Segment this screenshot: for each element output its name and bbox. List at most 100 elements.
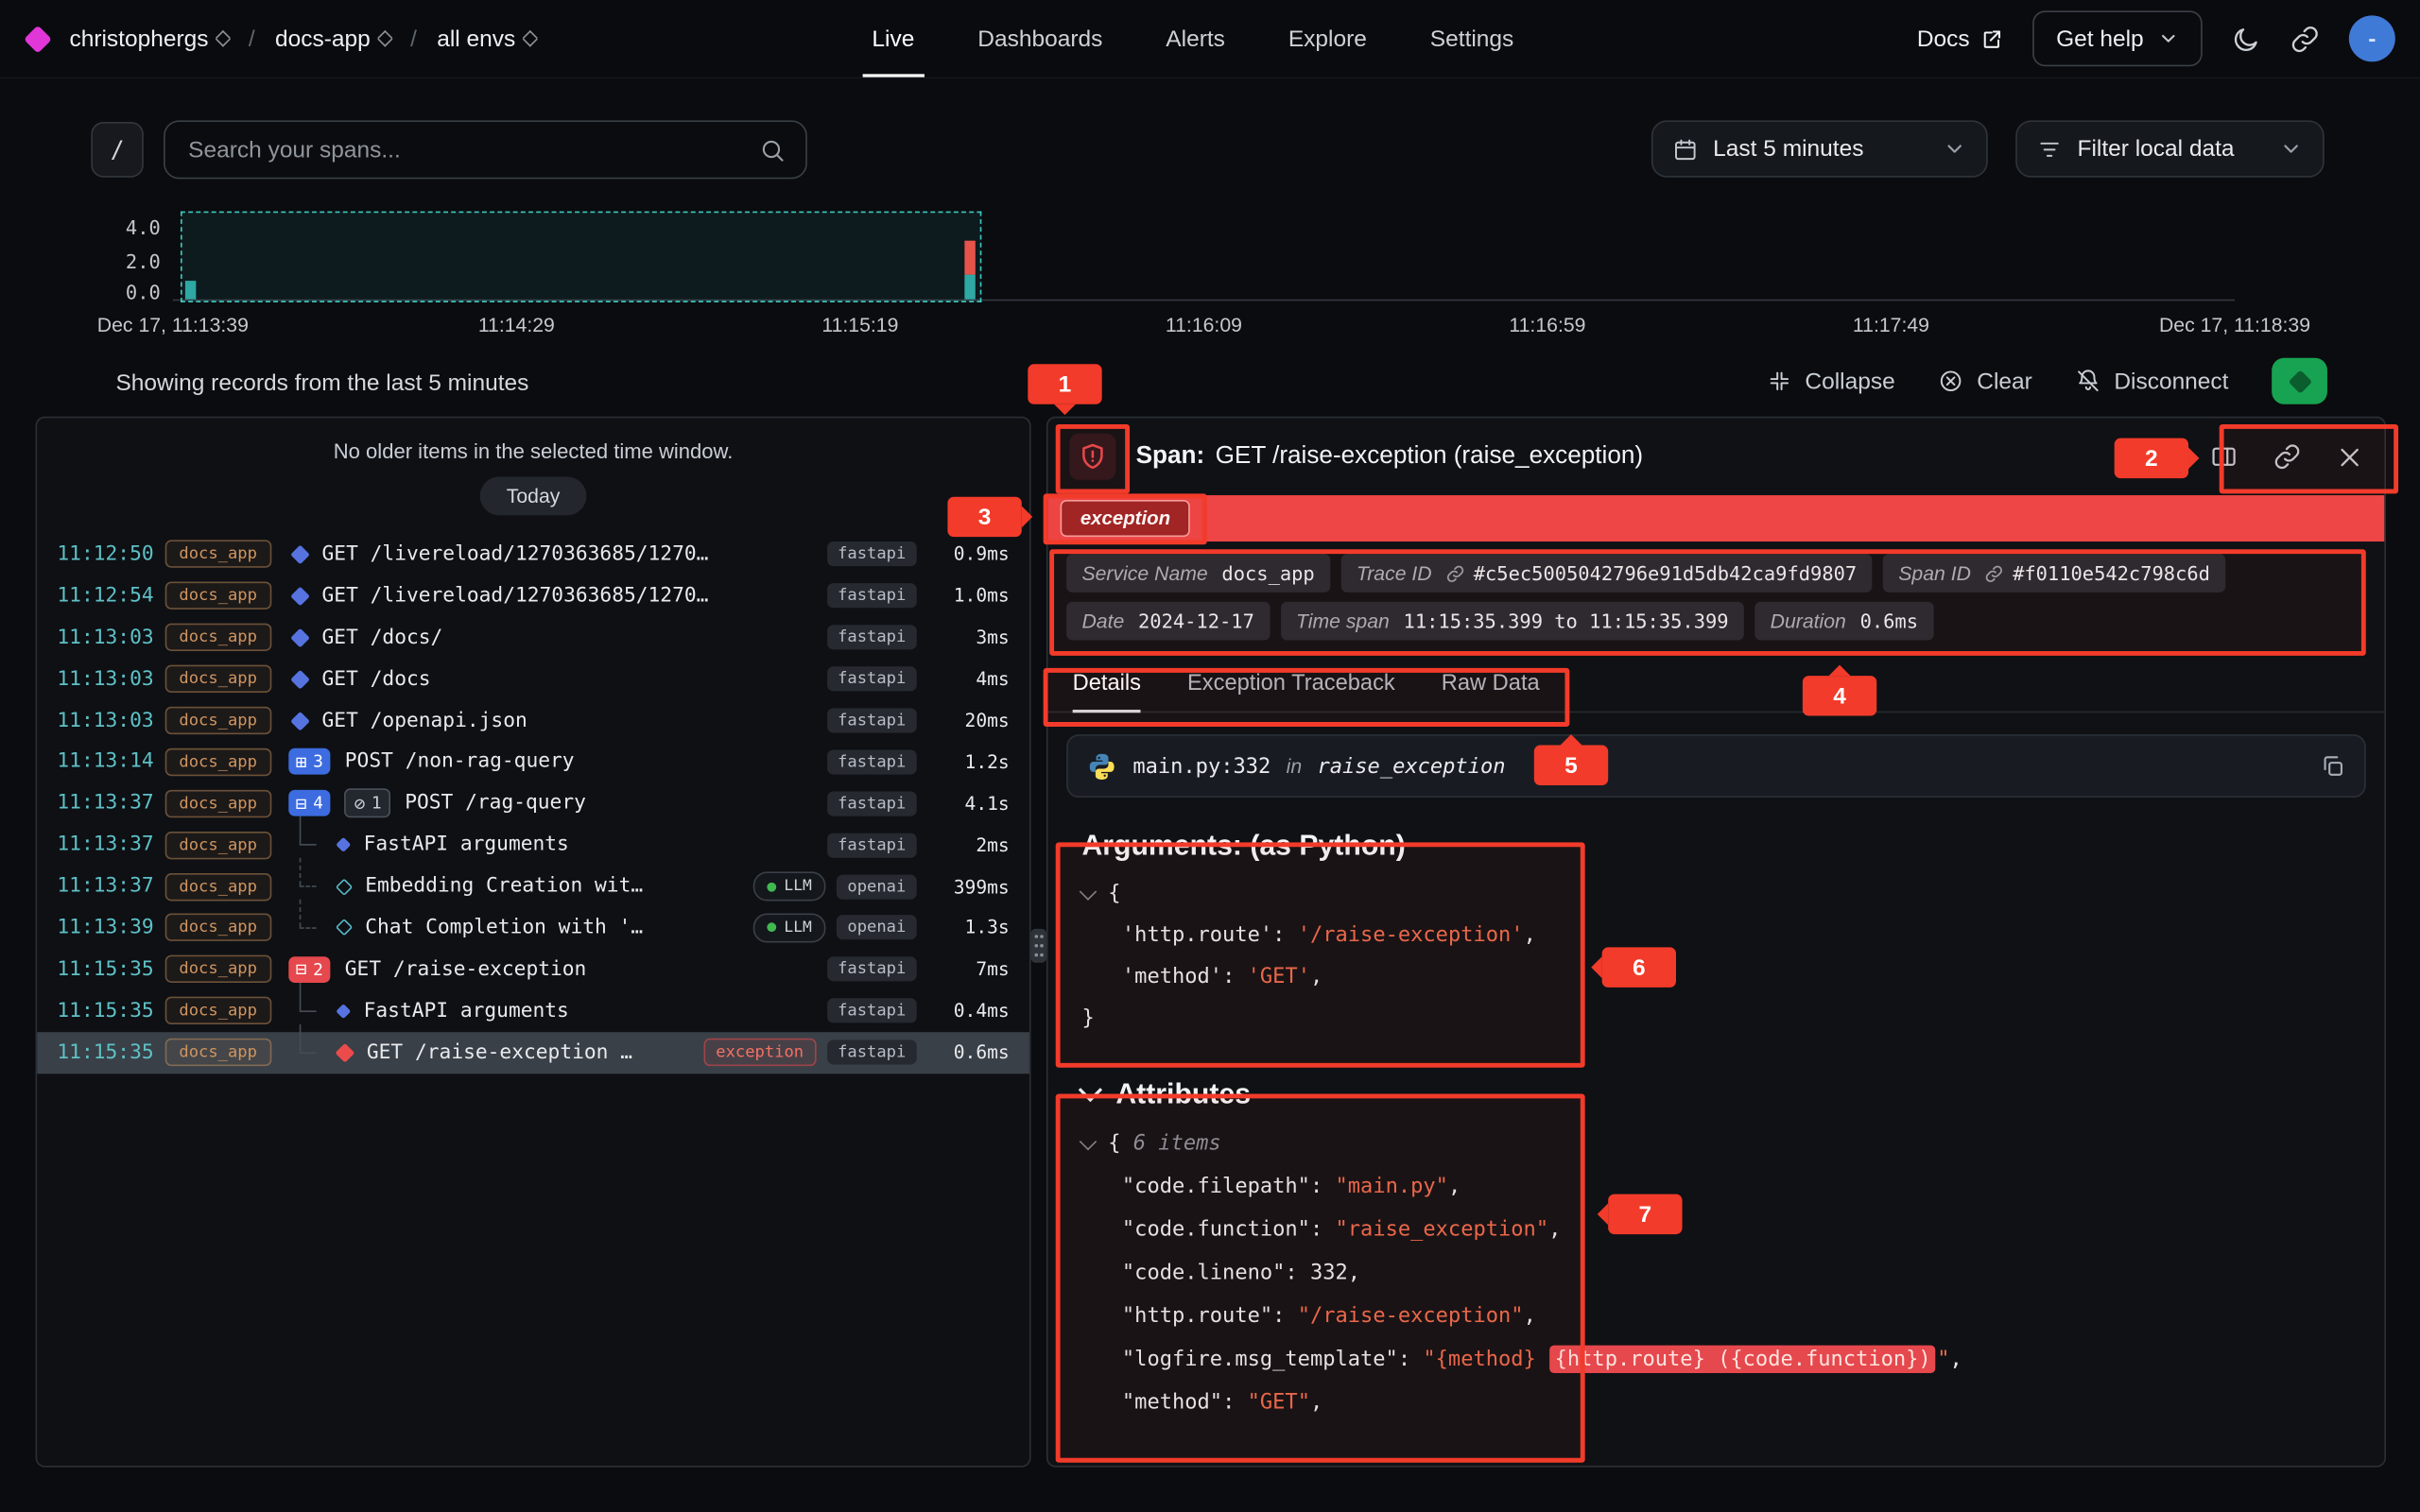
span-duration: 7ms [929,958,1010,980]
meta-label: Span ID [1898,561,1971,584]
project-selector[interactable]: docs-app [275,26,390,52]
tree-connector-icon [299,866,325,907]
chevron-updown-icon [380,32,390,44]
bell-slash-icon [2076,369,2100,393]
meta-label: Duration [1771,610,1846,632]
tab-live[interactable]: Live [872,0,914,77]
attributes-section-toggle[interactable]: Attributes [1081,1077,2350,1111]
code-segment: "code.filepath" [1122,1174,1310,1198]
disconnect-button[interactable]: Disconnect [2076,368,2229,394]
chevron-down-icon [1943,137,1965,160]
tab-settings[interactable]: Settings [1430,0,1513,77]
detail-tab-exception-traceback[interactable]: Exception Traceback [1187,671,1395,711]
children-count-badge[interactable]: ⊟4 [288,790,331,816]
children-count-badge[interactable]: ⊟2 [288,956,331,983]
code-segment: " [1937,1347,1949,1371]
span-kind-icon [289,586,309,606]
children-count-badge[interactable]: ⊘1 [345,789,391,818]
meta-value: 11:15:35.399 to 11:15:35.399 [1404,610,1729,632]
detail-tab-raw-data[interactable]: Raw Data [1442,671,1540,711]
code-segment: 'GET' [1248,964,1310,988]
span-title-text: GET /raise-exception (raise_exception) [1216,443,1644,470]
env-selector[interactable]: all envs [437,26,535,52]
dark-mode-toggle[interactable] [2232,24,2261,53]
link-icon[interactable] [2273,443,2301,471]
list-actions: Collapse Clear Disconnect [1767,358,2327,404]
llm-tag: LLM [753,913,826,942]
detail-tabs: Details Exception Traceback Raw Data [1048,649,2385,713]
span-kind-icon [289,669,309,689]
docs-link[interactable]: Docs [1917,26,2004,52]
live-status-button[interactable] [2272,358,2327,404]
code-segment: 6 items [1133,1131,1221,1156]
collapse-chevron-icon[interactable] [1080,883,1097,900]
detail-tab-details[interactable]: Details [1073,671,1141,711]
arguments-code: {'http.route': '/raise-exception','metho… [1081,873,2350,1040]
trace-row[interactable]: 11:13:39docs_appChat Completion with '…L… [37,907,1029,949]
span-name: GET /livereload/1270363685/1270… [322,543,709,566]
time-range-button[interactable]: Last 5 minutes [1651,120,1988,177]
filter-icon [2037,136,2062,161]
trace-row[interactable]: 11:15:35docs_appFastAPI argumentsfastapi… [37,990,1029,1032]
expand-icon: ⊞ [296,753,307,772]
tab-explore[interactable]: Explore [1288,0,1367,77]
search-input[interactable] [185,135,759,164]
clear-button[interactable]: Clear [1938,368,2031,394]
org-selector[interactable]: christophergs [69,26,228,52]
meta-trace-id[interactable]: Trace ID#c5ec5005042796e91d5db42ca9fd980… [1340,554,1872,593]
today-pill[interactable]: Today [480,476,586,515]
code-segment: , [1524,1304,1536,1329]
service-tag: fastapi [827,542,917,567]
panel-resize-handle[interactable] [1031,929,1046,963]
get-help-button[interactable]: Get help [2033,10,2203,66]
copy-button[interactable] [2320,753,2346,780]
meta-label: Date [1081,610,1124,632]
service-tag: fastapi [827,957,917,982]
app-tag: docs_app [165,831,271,858]
trace-row[interactable]: 11:13:03docs_appGET /openapi.jsonfastapi… [37,699,1029,741]
trace-row[interactable]: 11:15:35docs_app⊟2GET /raise-exceptionfa… [37,949,1029,990]
meta-span-id[interactable]: Span ID#f0110e542c798c6d [1883,554,2225,593]
filter-button[interactable]: Filter local data [2015,120,2325,177]
breadcrumb: christophergs / docs-app / all envs [27,0,535,77]
calendar-icon [1673,136,1698,161]
org-name: christophergs [69,26,208,52]
tab-alerts[interactable]: Alerts [1166,0,1225,77]
code-segment: 'http.route' [1122,922,1272,947]
x-axis-tick: 11:15:19 [744,313,976,335]
meta-row-2: Date2024-12-17Time span11:15:35.399 to 1… [1066,602,2366,641]
exception-tag: exception [1061,500,1191,537]
share-link-button[interactable] [2290,24,2320,53]
trace-row[interactable]: 11:12:54docs_appGET /livereload/12703636… [37,576,1029,617]
span-duration: 399ms [929,876,1010,898]
get-help-label: Get help [2056,26,2144,52]
trace-row[interactable]: 11:13:37docs_appFastAPI argumentsfastapi… [37,824,1029,866]
trace-row[interactable]: 11:13:03docs_appGET /docs/fastapi3ms [37,617,1029,659]
trace-row[interactable]: 11:15:35docs_appGET /raise-exception …ex… [37,1032,1029,1074]
trace-row[interactable]: 11:13:37docs_app⊟4⊘1POST /rag-queryfasta… [37,782,1029,824]
chevron-down-icon [1079,1078,1102,1102]
trace-row[interactable]: 11:12:50docs_appGET /livereload/12703636… [37,534,1029,576]
code-segment: {http.route} ({code.function}) [1550,1346,1936,1373]
slash-icon: ⊘ [354,794,366,813]
avatar[interactable]: - [2349,15,2395,61]
time-selection-brush[interactable] [182,212,982,302]
collapse-button[interactable]: Collapse [1767,368,1895,394]
code-location-function: raise_exception [1317,754,1505,779]
tab-dashboards[interactable]: Dashboards [977,0,1102,77]
attributes-code: { 6 items"code.filepath": "main.py","cod… [1081,1122,2350,1424]
dock-panel-icon[interactable] [2210,443,2238,471]
collapse-label: Collapse [1805,368,1894,394]
trace-row[interactable]: 11:13:37docs_appEmbedding Creation wit…L… [37,866,1029,907]
trace-row-time: 11:13:14 [57,750,164,773]
search-shortcut-key[interactable]: / [91,122,144,178]
children-count-badge[interactable]: ⊞3 [288,748,331,775]
close-icon[interactable] [2337,443,2363,470]
code-segment: 'method' [1122,964,1222,988]
trace-row[interactable]: 11:13:14docs_app⊞3POST /non-rag-queryfas… [37,741,1029,782]
span-kind-icon [335,919,352,936]
trace-row[interactable]: 11:13:03docs_appGET /docsfastapi4ms [37,659,1029,700]
code-location-card: main.py:332 in raise_exception [1066,734,2366,798]
x-axis-tick: Dec 17, 11:18:39 [2119,313,2351,335]
collapse-chevron-icon[interactable] [1080,1132,1097,1149]
